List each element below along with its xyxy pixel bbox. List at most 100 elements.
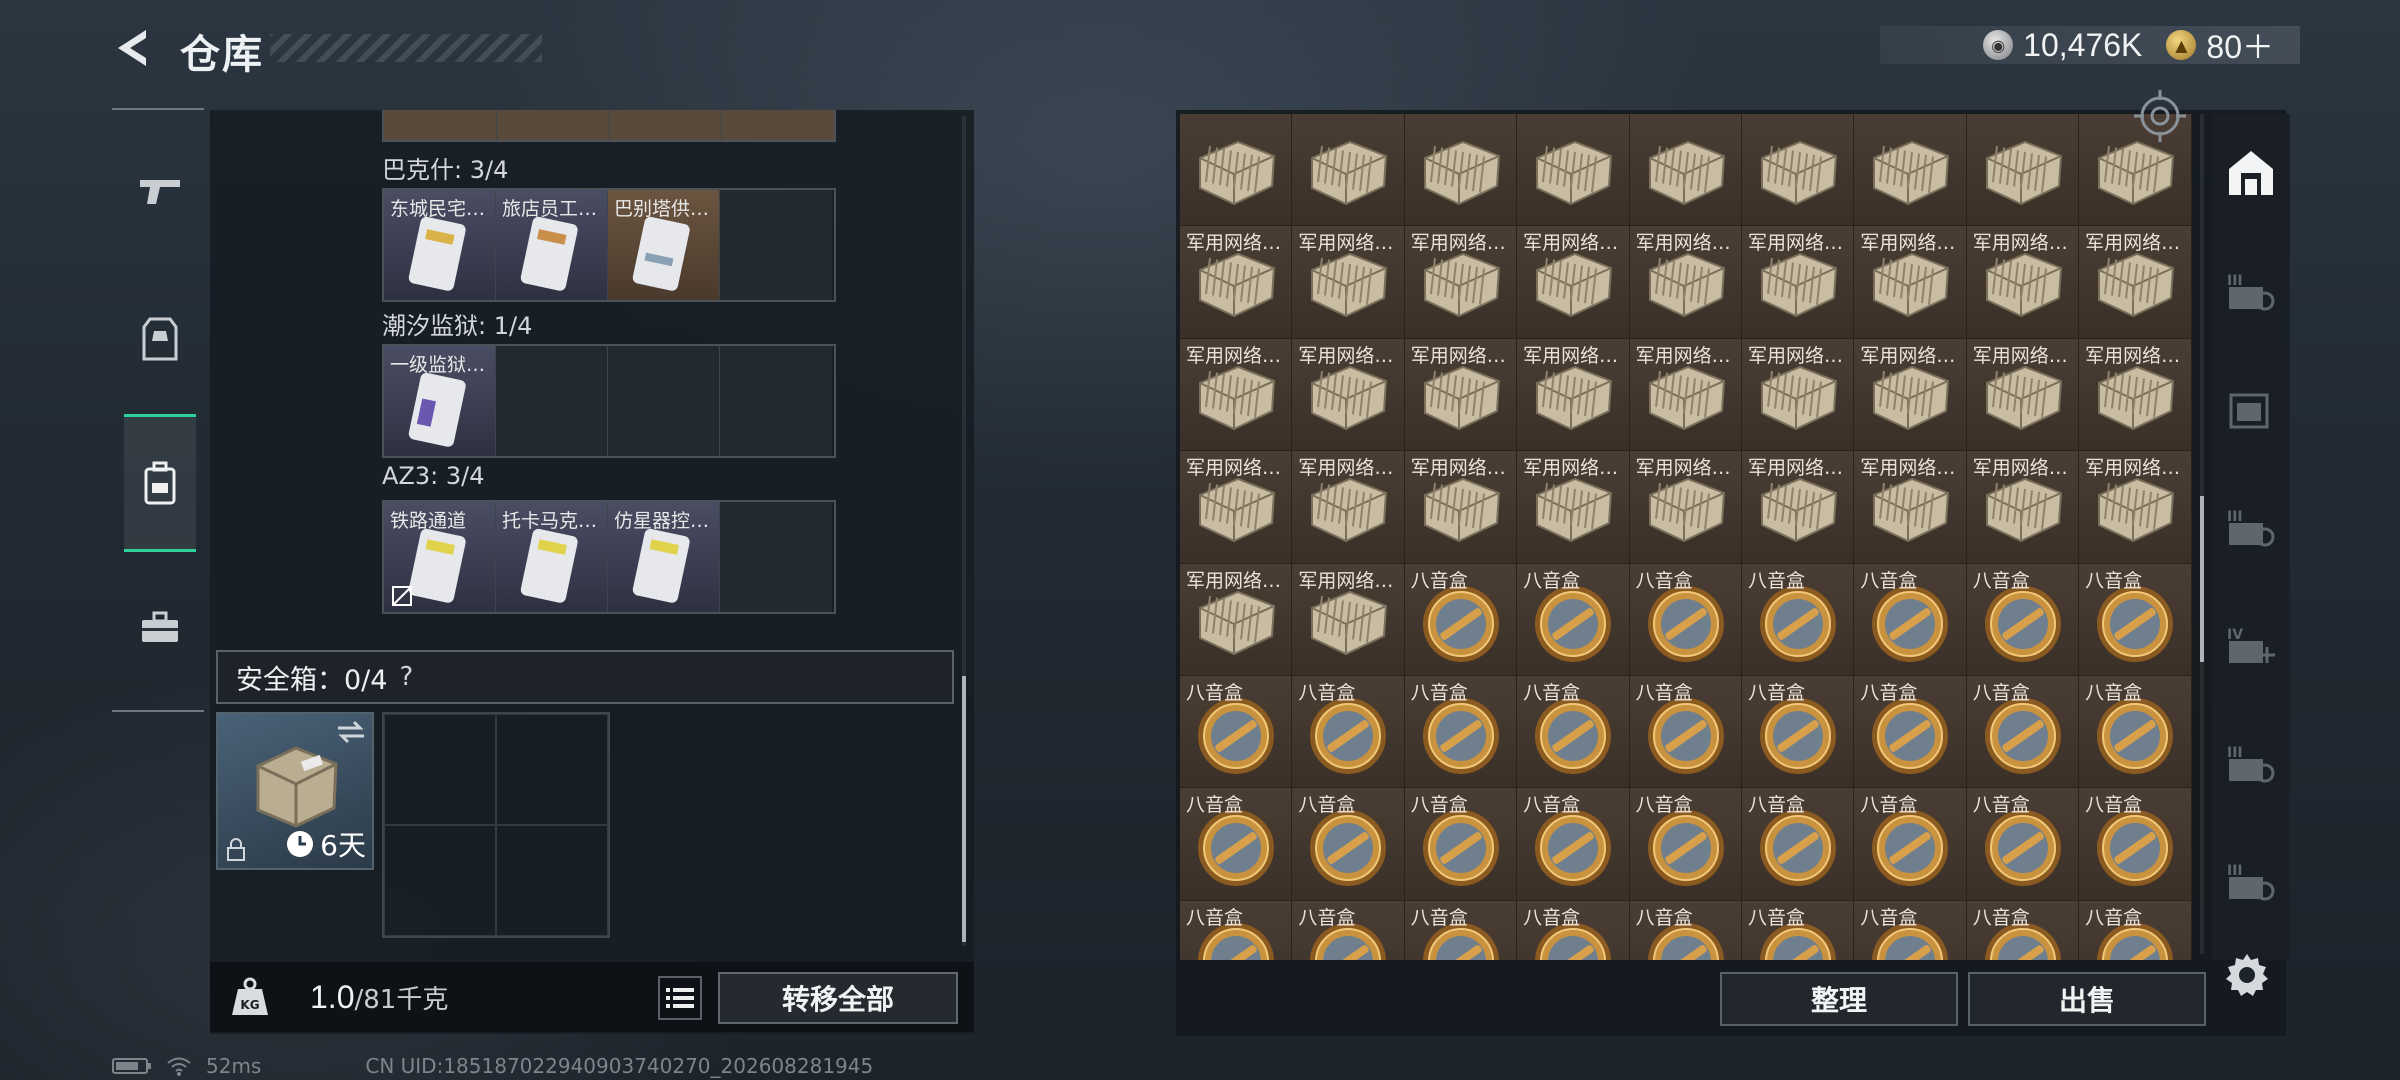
warehouse-item-slot[interactable]: 军用网络… [1404,451,1518,564]
empty-slot[interactable] [720,190,832,300]
empty-slot[interactable] [496,825,608,936]
warehouse-item-slot[interactable]: 军用网络… [1404,338,1518,452]
warehouse-item-slot[interactable]: 八音盒 [1517,788,1630,901]
warehouse-item-slot[interactable]: 八音盒 [1180,788,1293,901]
warehouse-item-slot[interactable]: 八音盒 [2079,788,2192,901]
warehouse-item-slot[interactable]: 军用网络… [1741,451,1855,564]
safe-box-item[interactable]: 6天 [216,712,374,870]
warehouse-item-slot[interactable]: 八音盒 [1517,563,1630,676]
rail-tab-6[interactable]: III [2212,708,2290,818]
rail-tab-5[interactable]: IV [2212,590,2290,700]
warehouse-item-slot[interactable]: 八音盒 [1629,788,1742,901]
warehouse-item-slot[interactable]: 军用网络… [1629,226,1742,339]
warehouse-item-slot[interactable]: 八音盒 [2079,900,2192,960]
backpack-scrollbar-thumb[interactable] [962,676,966,942]
target-icon[interactable] [2132,88,2188,144]
warehouse-item-slot[interactable] [1741,114,1855,227]
warehouse-item-slot[interactable]: 八音盒 [1180,675,1293,789]
warehouse-item-slot[interactable]: 军用网络… [1180,451,1293,564]
warehouse-item-slot[interactable]: 八音盒 [1292,675,1405,789]
warehouse-item-slot[interactable]: 军用网络… [1404,226,1518,339]
warehouse-item-slot[interactable]: 军用网络… [1180,563,1293,676]
warehouse-item-slot[interactable]: 军用网络… [1292,451,1405,564]
keycard-slot[interactable]: 一级监狱… [384,346,496,456]
warehouse-item-slot[interactable]: 八音盒 [1966,900,2080,960]
warehouse-item-slot[interactable]: 军用网络… [2079,451,2192,564]
warehouse-item-slot[interactable]: 军用网络… [1292,226,1405,339]
warehouse-item-slot[interactable]: 军用网络… [1180,338,1293,452]
rail-toolbox-tab[interactable] [124,558,196,696]
keycard-slot[interactable]: 铁路通道 [384,502,496,612]
warehouse-item-slot[interactable]: 八音盒 [1854,900,1967,960]
warehouse-item-slot[interactable]: 军用网络… [1966,451,2080,564]
warehouse-item-slot[interactable]: 军用网络… [2079,226,2192,339]
rail-tab-7[interactable]: III [2212,826,2290,936]
warehouse-item-slot[interactable] [1292,114,1405,227]
warehouse-item-slot[interactable] [1629,114,1742,227]
keycard-slot[interactable]: 旅店员工… [496,190,608,300]
warehouse-item-slot[interactable]: 八音盒 [1629,563,1742,676]
sort-button[interactable]: 整理 [1720,972,1958,1026]
empty-slot[interactable] [496,346,608,456]
warehouse-item-slot[interactable]: 八音盒 [1404,563,1518,676]
warehouse-item-slot[interactable]: 八音盒 [1292,788,1405,901]
warehouse-item-slot[interactable]: 军用网络… [1741,338,1855,452]
warehouse-item-slot[interactable] [1404,114,1518,227]
rail-backpack-tab[interactable] [124,414,196,552]
warehouse-item-slot[interactable]: 八音盒 [1854,788,1967,901]
rail-weapon-tab[interactable] [124,122,196,260]
rail-gear-tab[interactable] [124,270,196,408]
warehouse-scrollbar-thumb[interactable] [2200,496,2204,662]
warehouse-item-slot[interactable]: 八音盒 [1966,563,2080,676]
empty-slot[interactable] [384,825,496,936]
warehouse-item-slot[interactable]: 军用网络… [1854,451,1967,564]
warehouse-item-slot[interactable]: 八音盒 [1404,675,1518,789]
transfer-all-button[interactable]: 转移全部 [718,972,958,1024]
warehouse-item-slot[interactable] [1180,114,1293,227]
warehouse-item-slot[interactable]: 八音盒 [1741,788,1855,901]
warehouse-item-slot[interactable]: 军用网络… [1517,226,1630,339]
warehouse-item-slot[interactable]: 八音盒 [1404,788,1518,901]
warehouse-item-slot[interactable] [1517,114,1630,227]
warehouse-item-slot[interactable]: 军用网络… [1292,338,1405,452]
empty-slot[interactable] [720,502,832,612]
settings-gear-icon[interactable] [2224,952,2270,998]
keycard-slot[interactable]: 东城民宅… [384,190,496,300]
warehouse-item-slot[interactable]: 八音盒 [2079,675,2192,789]
warehouse-item-slot[interactable]: 八音盒 [1854,675,1967,789]
warehouse-item-slot[interactable]: 八音盒 [1741,563,1855,676]
keycard-slot[interactable]: 托卡马克… [496,502,608,612]
warehouse-item-slot[interactable]: 军用网络… [1517,451,1630,564]
warehouse-item-slot[interactable]: 八音盒 [1966,788,2080,901]
rail-tab-4[interactable]: III [2212,472,2290,582]
warehouse-item-slot[interactable]: 军用网络… [1966,338,2080,452]
warehouse-item-slot[interactable]: 八音盒 [1854,563,1967,676]
sell-button[interactable]: 出售 [1968,972,2206,1026]
warehouse-item-slot[interactable]: 军用网络… [1854,226,1967,339]
empty-slot[interactable] [720,346,832,456]
warehouse-item-slot[interactable]: 军用网络… [1629,338,1742,452]
warehouse-item-slot[interactable] [1966,114,2080,227]
warehouse-item-slot[interactable]: 军用网络… [2079,338,2192,452]
back-button[interactable] [108,24,156,72]
list-view-button[interactable] [658,976,702,1020]
warehouse-item-slot[interactable]: 八音盒 [1292,900,1405,960]
warehouse-item-slot[interactable]: 八音盒 [1517,900,1630,960]
warehouse-item-slot[interactable]: 八音盒 [1741,675,1855,789]
warehouse-item-slot[interactable]: 八音盒 [1741,900,1855,960]
empty-slot[interactable] [608,346,720,456]
warehouse-item-slot[interactable]: 军用网络… [1292,563,1405,676]
warehouse-item-slot[interactable]: 八音盒 [1629,675,1742,789]
help-button[interactable]: ? [399,662,413,692]
keycard-slot[interactable]: 仿星器控… [608,502,720,612]
warehouse-item-slot[interactable]: 军用网络… [1180,226,1293,339]
empty-slot[interactable] [384,714,496,825]
warehouse-item-slot[interactable]: 八音盒 [2079,563,2192,676]
warehouse-item-slot[interactable]: 军用网络… [1966,226,2080,339]
warehouse-item-slot[interactable]: 军用网络… [1741,226,1855,339]
warehouse-item-slot[interactable]: 军用网络… [1517,338,1630,452]
rail-tab-3[interactable] [2212,354,2290,464]
keycard-slot[interactable]: 巴别塔供… [608,190,720,300]
warehouse-item-slot[interactable]: 军用网络… [1854,338,1967,452]
rail-home-tab[interactable] [2212,118,2290,228]
